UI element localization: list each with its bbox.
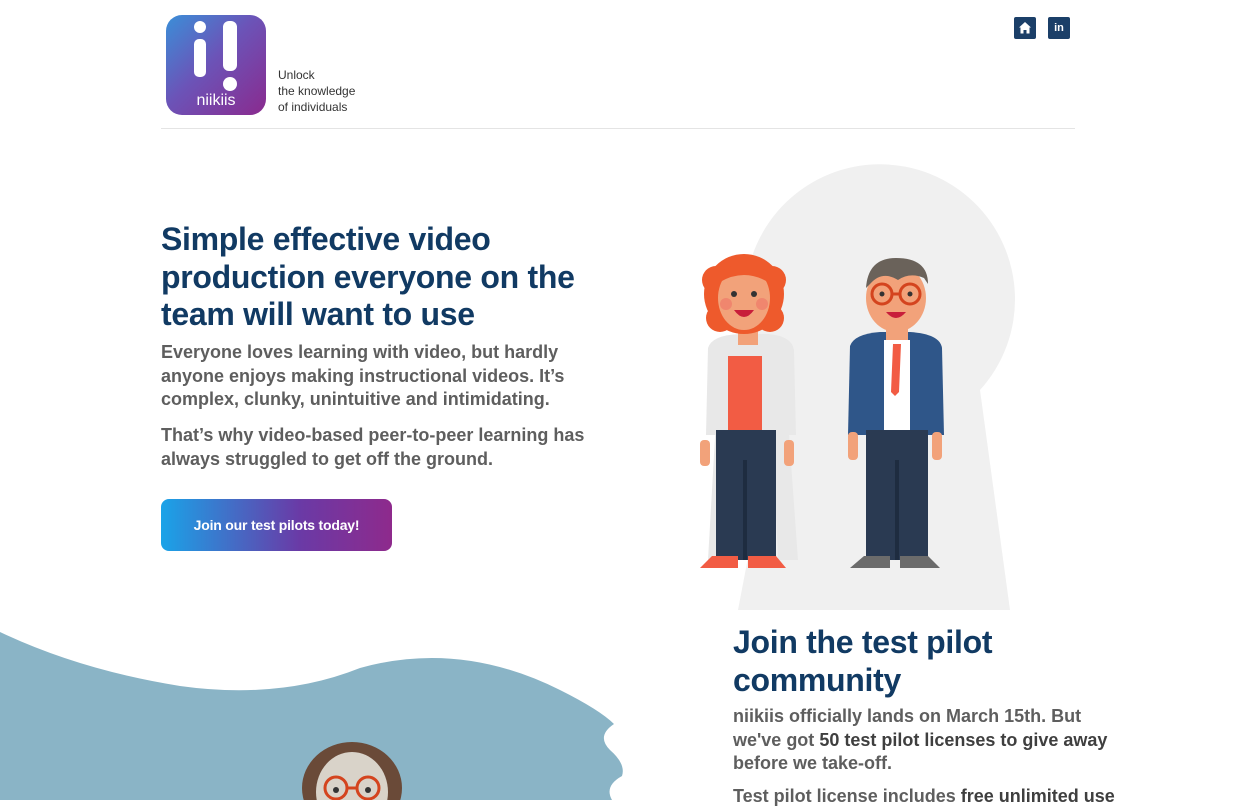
niikiis-logo[interactable]: niikiis (166, 15, 266, 115)
license-includes-paragraph: Test pilot license includes free unlimit… (733, 785, 1133, 809)
hero-paragraph: That’s why video-based peer-to-peer lear… (161, 425, 585, 469)
join-community-paragraph: niikiis officially lands on March 15th. … (733, 705, 1123, 776)
tagline-line: the knowledge (278, 84, 356, 98)
linkedin-button[interactable]: in (1048, 17, 1070, 39)
join-community-title: Join the test pilot community (733, 624, 993, 698)
logo-letter-i (194, 21, 206, 77)
tagline-line: Unlock (278, 68, 315, 82)
woman-character (700, 254, 798, 568)
home-button[interactable] (1014, 17, 1036, 39)
free-use-highlight: free unlimited use (960, 786, 1115, 806)
logo-exclamation (223, 21, 237, 91)
header-divider (161, 128, 1075, 129)
logo-wordmark: niikiis (196, 92, 236, 109)
license-text: Test pilot license includes (733, 786, 961, 806)
wave-background (0, 632, 623, 800)
brand-tagline: Unlock the knowledge of individuals (278, 67, 398, 115)
join-text: before we take-off. (733, 753, 893, 773)
tagline-line: of individuals (278, 100, 348, 114)
hero-illustration (700, 164, 1015, 610)
join-test-pilots-button[interactable]: Join our test pilots today! (161, 499, 392, 551)
home-icon (1019, 22, 1031, 34)
hero-title: Simple effective video production everyo… (161, 221, 575, 332)
hero-paragraph: Everyone loves learning with video, but … (161, 342, 565, 409)
license-count-highlight: 50 test pilot licenses to give away (819, 729, 1108, 750)
linkedin-icon: in (1054, 22, 1064, 34)
